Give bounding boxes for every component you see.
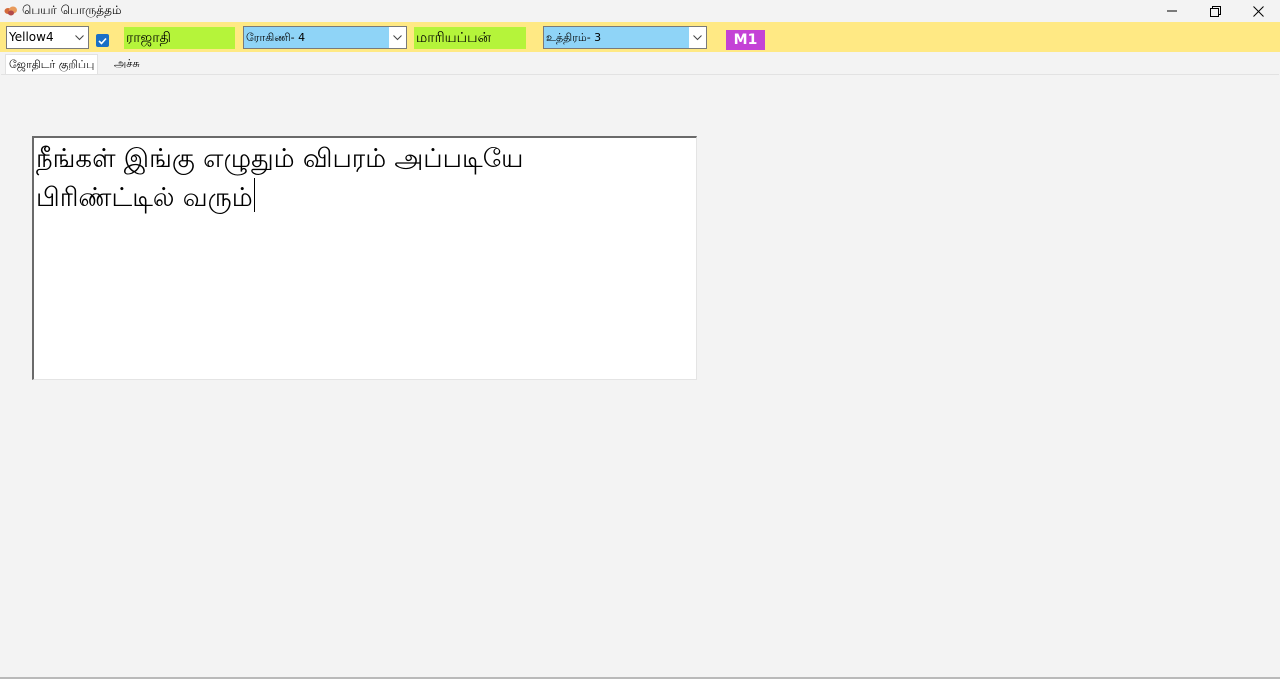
color-select[interactable]: Yellow4 [6, 26, 89, 49]
title-bar: பெயர் பொருத்தம் [0, 0, 1280, 22]
tab-strip: ஜோதிடர் குறிப்பு அச்சு [0, 54, 1280, 75]
groom-star-select[interactable]: உத்திரம்- 3 [543, 26, 707, 49]
text-caret [253, 178, 255, 212]
chevron-down-icon[interactable] [689, 27, 706, 48]
notes-textarea[interactable]: நீங்கள் இங்கு எழுதும் விபரம் அப்படியே பி… [32, 136, 697, 380]
groom-star-value: உத்திரம்- 3 [546, 31, 602, 44]
notes-text: நீங்கள் இங்கு எழுதும் விபரம் அப்படியே பி… [36, 144, 524, 213]
toolbar: Yellow4 ராஜாதி ரோகிணி- 4 மாரியப்பன் உத்த… [0, 22, 1280, 52]
app-logo-icon [4, 6, 17, 16]
m1-button[interactable]: M1 [726, 30, 765, 50]
checkmark-icon [98, 37, 107, 45]
minimize-icon [1167, 10, 1177, 12]
minimize-button[interactable] [1150, 0, 1194, 22]
color-select-value: Yellow4 [9, 30, 54, 44]
close-icon [1252, 5, 1264, 17]
restore-button[interactable] [1193, 0, 1237, 22]
close-button[interactable] [1236, 0, 1280, 22]
bride-name-field[interactable]: ராஜாதி [124, 27, 235, 49]
tab-print[interactable]: அச்சு [111, 54, 143, 74]
restore-icon [1209, 5, 1221, 17]
bride-star-select[interactable]: ரோகிணி- 4 [243, 26, 407, 49]
window-title: பெயர் பொருத்தம் [22, 3, 122, 17]
chevron-down-icon[interactable] [71, 27, 88, 48]
bride-star-value: ரோகிணி- 4 [246, 31, 306, 44]
tab-astrologer-notes[interactable]: ஜோதிடர் குறிப்பு [5, 54, 99, 75]
groom-name-field[interactable]: மாரியப்பன் [414, 27, 526, 49]
enable-checkbox[interactable] [96, 34, 109, 47]
chevron-down-icon[interactable] [389, 27, 406, 48]
